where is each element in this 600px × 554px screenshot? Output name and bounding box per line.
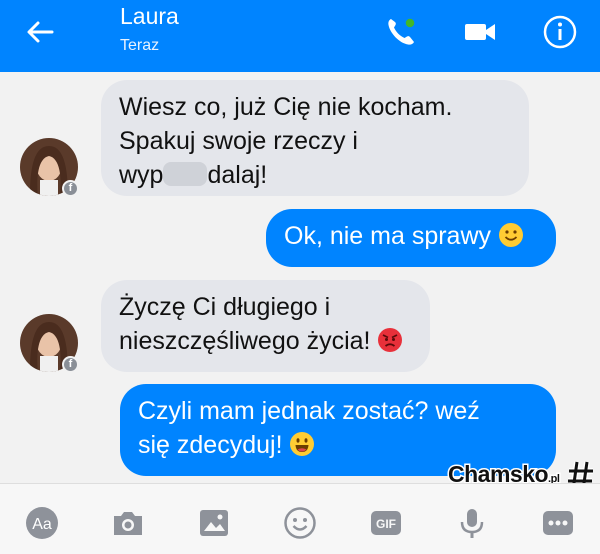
grinning-face-icon bbox=[290, 432, 315, 456]
message-text: się zdecyduj! bbox=[138, 431, 283, 459]
message-text: Ok, nie ma sprawy bbox=[284, 222, 492, 250]
camera-icon[interactable] bbox=[111, 506, 145, 540]
message-bubble-incoming: Wiesz co, już Cię nie kocham. Spakuj swo… bbox=[101, 80, 529, 196]
message-line: Czyli mam jednak zostać? weź bbox=[138, 397, 480, 425]
facebook-badge-icon: f bbox=[62, 180, 79, 197]
message-bubble-incoming: Życzę Ci długiego i nieszczęśliwego życi… bbox=[101, 280, 430, 372]
composer-toolbar: Aa GIF bbox=[0, 483, 600, 554]
message-text: dalaj! bbox=[207, 161, 268, 189]
active-status: Teraz bbox=[120, 37, 160, 54]
video-camera-icon[interactable] bbox=[462, 14, 498, 50]
microphone-icon[interactable] bbox=[455, 506, 489, 540]
angry-face-icon bbox=[378, 328, 403, 352]
conversation-area: f Wiesz co, już Cię nie kocham. Spakuj s… bbox=[0, 72, 600, 482]
smiling-face-icon bbox=[498, 223, 523, 247]
svg-text:Aa: Aa bbox=[32, 516, 52, 533]
sticker-smiley-icon[interactable] bbox=[283, 506, 317, 540]
message-line: wyp dalaj! bbox=[119, 158, 511, 192]
info-icon[interactable] bbox=[542, 14, 578, 50]
svg-text:GIF: GIF bbox=[376, 517, 396, 531]
phone-icon[interactable] bbox=[383, 14, 419, 50]
censor-blur bbox=[163, 162, 208, 186]
back-arrow-icon[interactable] bbox=[22, 14, 58, 50]
facebook-badge-icon: f bbox=[62, 356, 79, 373]
gallery-icon[interactable] bbox=[197, 506, 231, 540]
gif-icon[interactable]: GIF bbox=[369, 506, 403, 540]
chat-header: Laura Teraz bbox=[0, 0, 600, 72]
message-line: Wiesz co, już Cię nie kocham. bbox=[119, 93, 453, 121]
message-bubble-outgoing: Ok, nie ma sprawy bbox=[266, 209, 556, 267]
contact-name[interactable]: Laura bbox=[120, 3, 179, 30]
message-line: Życzę Ci długiego i bbox=[119, 293, 331, 321]
text-aa-icon[interactable]: Aa bbox=[25, 506, 59, 540]
message-line: nieszczęśliwego życia! bbox=[119, 324, 412, 358]
message-text: wyp bbox=[119, 161, 164, 189]
message-text: nieszczęśliwego życia! bbox=[119, 327, 371, 355]
message-line: Spakuj swoje rzeczy i bbox=[119, 127, 358, 155]
more-icon[interactable] bbox=[541, 506, 575, 540]
